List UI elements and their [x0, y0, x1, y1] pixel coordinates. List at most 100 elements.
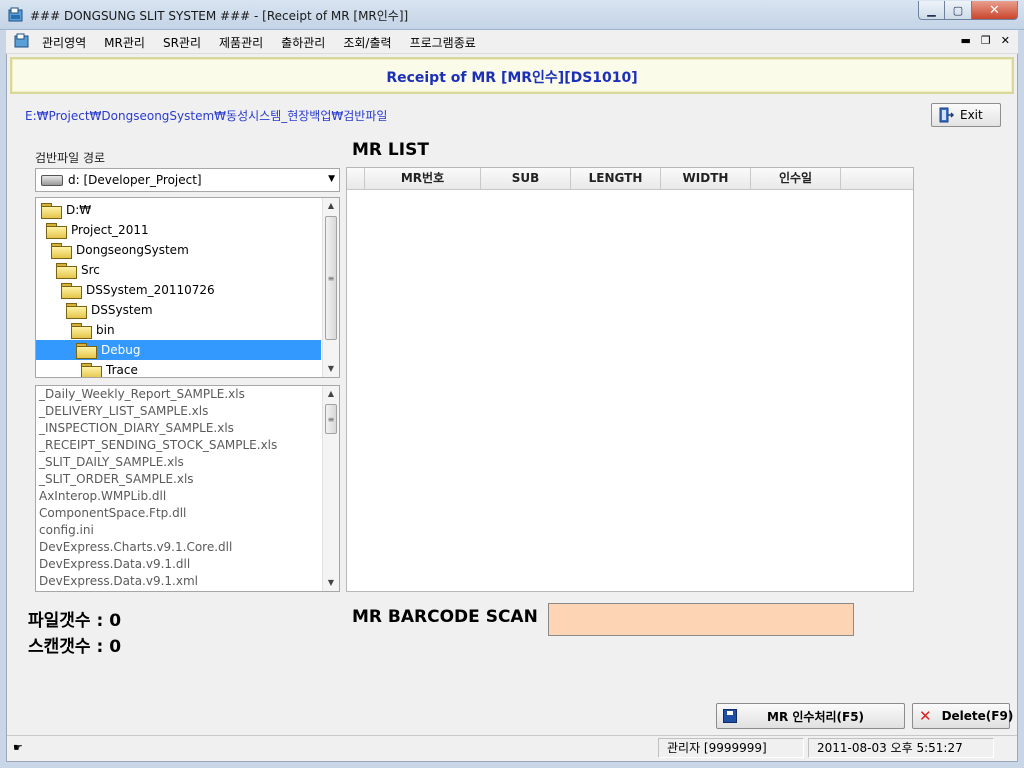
tree-node-label: Src [81, 263, 100, 277]
scroll-up-icon[interactable]: ▲ [323, 386, 339, 402]
delete-label: Delete(F9) [941, 709, 1014, 723]
tree-node[interactable]: Trace [36, 360, 321, 377]
hard-drive-icon [41, 175, 63, 186]
scroll-thumb[interactable]: ≡ [325, 404, 337, 434]
menu-shipping[interactable]: 출하관리 [281, 34, 325, 51]
drive-select-value: d: [Developer_Project] [68, 173, 202, 187]
mdi-minimize-icon[interactable]: ▬ [961, 34, 971, 47]
grid-header: MR번호 SUB LENGTH WIDTH 인수일 [347, 168, 913, 190]
maximize-button[interactable]: ▢ [945, 1, 972, 20]
tree-node-label: D:₩ [66, 203, 92, 217]
file-list-scrollbar[interactable]: ▲ ≡ ▼ [322, 386, 339, 591]
dropdown-arrow-icon[interactable]: ▼ [328, 174, 335, 184]
scroll-down-icon[interactable]: ▼ [323, 575, 339, 591]
file-item[interactable]: DevExpress.Data.v9.1.dll [39, 557, 190, 574]
file-item[interactable]: DevExpress.Data.v9.1.xml [39, 574, 198, 591]
menu-admin[interactable]: 관리영역 [42, 34, 86, 51]
file-item[interactable]: DevExpress.Charts.v9.1.Core.dll [39, 540, 232, 557]
col-sub[interactable]: SUB [481, 168, 571, 189]
close-button[interactable]: ✕ [972, 1, 1018, 20]
mr-list-title: MR LIST [352, 140, 429, 160]
tree-node-label: DongseongSystem [76, 243, 189, 257]
menu-sr[interactable]: SR관리 [163, 34, 201, 51]
exit-door-icon [939, 107, 954, 123]
folder-icon [60, 282, 82, 299]
menu-exit-program[interactable]: 프로그램종료 [410, 34, 476, 51]
tree-node[interactable]: DSSystem [36, 300, 321, 320]
tree-node[interactable]: Src [36, 260, 321, 280]
file-count: 파일갯수 : 0 [28, 611, 122, 631]
file-item[interactable]: _DELIVERY_LIST_SAMPLE.xls [39, 404, 208, 421]
barcode-scan-label: MR BARCODE SCAN [352, 607, 538, 627]
mdi-close-icon[interactable]: ✕ [1001, 34, 1010, 47]
current-path: E:₩Project₩DongseongSystem₩동성시스템_현장백업₩검반… [25, 109, 388, 123]
scroll-up-icon[interactable]: ▲ [323, 198, 339, 214]
mr-receipt-button[interactable]: MR 인수처리(F5) [716, 703, 905, 729]
delete-x-icon: ✕ [919, 707, 932, 725]
tree-node[interactable]: DSSystem_20110726 [36, 280, 321, 300]
tree-node[interactable]: Debug [36, 340, 321, 360]
menu-query-print[interactable]: 조회/출력 [343, 34, 391, 51]
minimize-icon: ▁ [927, 3, 936, 17]
exit-label: Exit [960, 108, 983, 122]
hand-pointer-icon: ☛ [13, 741, 23, 754]
open-folder-icon [75, 342, 97, 359]
tree-scrollbar[interactable]: ▲ ≡ ▼ [322, 198, 339, 377]
file-list[interactable]: _Daily_Weekly_Report_SAMPLE.xls _DELIVERY… [35, 385, 340, 592]
file-item[interactable]: AxInterop.WMPLib.dll [39, 489, 166, 506]
tree-node-label: bin [96, 323, 115, 337]
mr-list-grid[interactable]: MR번호 SUB LENGTH WIDTH 인수일 [346, 167, 914, 592]
file-item[interactable]: _INSPECTION_DIARY_SAMPLE.xls [39, 421, 234, 438]
window-title: ### DONGSUNG SLIT SYSTEM ### - [Receipt … [30, 9, 409, 23]
status-user: 관리자 [9999999] [658, 738, 804, 758]
minimize-button[interactable]: ▁ [918, 1, 945, 20]
file-item[interactable]: _SLIT_DAILY_SAMPLE.xls [39, 455, 184, 472]
window-titlebar[interactable]: ### DONGSUNG SLIT SYSTEM ### - [Receipt … [0, 0, 1024, 30]
folder-path-label: 검반파일 경로 [35, 151, 106, 165]
file-item[interactable]: config.ini [39, 523, 94, 540]
tree-node-label: DSSystem_20110726 [86, 283, 215, 297]
file-item[interactable]: ComponentSpace.Ftp.dll [39, 506, 186, 523]
menu-mr[interactable]: MR관리 [104, 34, 145, 51]
save-disk-icon [723, 709, 737, 723]
menu-product[interactable]: 제품관리 [219, 34, 263, 51]
scroll-down-icon[interactable]: ▼ [323, 361, 339, 377]
col-receipt-date[interactable]: 인수일 [751, 168, 841, 189]
tree-node[interactable]: D:₩ [36, 200, 321, 220]
scan-count: 스캔갯수 : 0 [28, 637, 122, 657]
tree-node[interactable]: bin [36, 320, 321, 340]
file-item[interactable]: _SLIT_ORDER_SAMPLE.xls [39, 472, 194, 489]
row-header-corner [347, 168, 365, 189]
folder-icon [50, 242, 72, 259]
directory-tree[interactable]: D:₩ Project_2011 DongseongSystem Src DSSyste… [35, 197, 340, 378]
scroll-thumb[interactable]: ≡ [325, 216, 337, 340]
mdi-app-icon[interactable] [14, 33, 30, 49]
tree-node-label: Debug [101, 343, 141, 357]
folder-icon [55, 262, 77, 279]
tree-node[interactable]: DongseongSystem [36, 240, 321, 260]
mr-receipt-label: MR 인수처리(F5) [767, 709, 865, 724]
col-length[interactable]: LENGTH [571, 168, 661, 189]
mdi-restore-icon[interactable]: ❐ [981, 34, 991, 47]
app-icon [8, 7, 23, 22]
barcode-scan-input[interactable] [548, 603, 854, 636]
tree-node-label: Project_2011 [71, 223, 149, 237]
delete-button[interactable]: ✕ Delete(F9) [912, 703, 1013, 729]
tree-node-label: Trace [106, 363, 138, 377]
tree-node-label: DSSystem [91, 303, 153, 317]
col-mr-number[interactable]: MR번호 [365, 168, 481, 189]
status-datetime: 2011-08-03 오후 5:51:27 [808, 738, 994, 758]
folder-icon [70, 322, 92, 339]
file-item[interactable]: _Daily_Weekly_Report_SAMPLE.xls [39, 387, 245, 404]
maximize-icon: ▢ [952, 3, 964, 17]
folder-icon [45, 222, 67, 239]
tree-node[interactable]: Project_2011 [36, 220, 321, 240]
drive-select[interactable]: d: [Developer_Project] ▼ [35, 168, 340, 192]
status-bar: ☛ 관리자 [9999999] 2011-08-03 오후 5:51:27 [7, 735, 1017, 759]
folder-icon [65, 302, 87, 319]
exit-button[interactable]: Exit [931, 103, 1001, 127]
close-icon: ✕ [989, 2, 1000, 18]
col-width[interactable]: WIDTH [661, 168, 751, 189]
menu-bar: 관리영역 MR관리 SR관리 제품관리 출하관리 조회/출력 프로그램종료 ▬ … [6, 30, 1018, 54]
file-item[interactable]: _RECEIPT_SENDING_STOCK_SAMPLE.xls [39, 438, 277, 455]
